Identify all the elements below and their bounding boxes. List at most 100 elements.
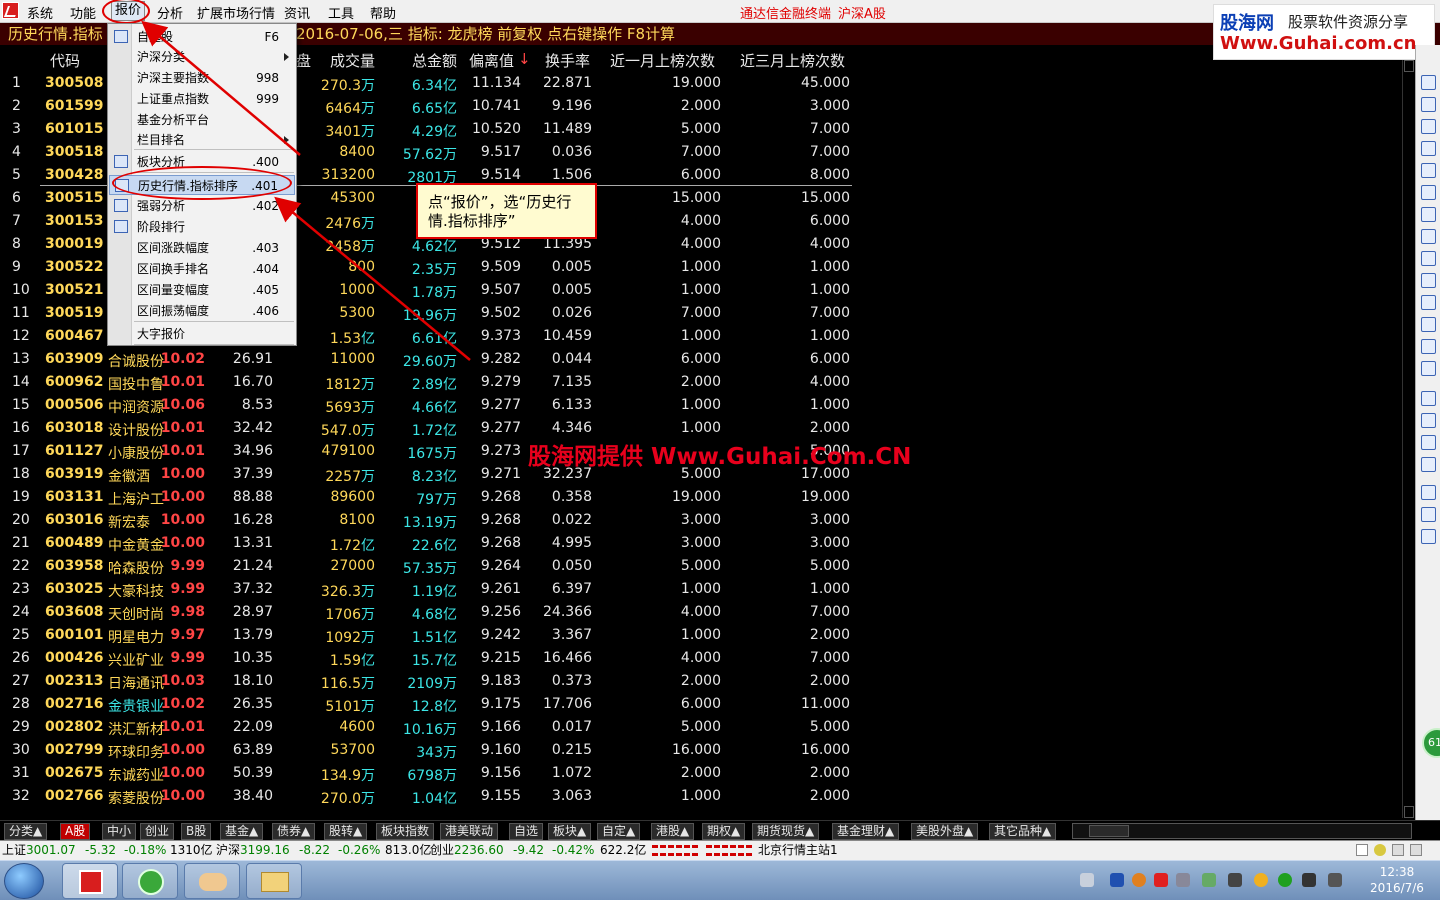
col-header-month3[interactable]: 近三月上榜次数 [740,50,845,71]
toolbar-tool-icon-0[interactable] [1421,75,1436,90]
menu-extended-market[interactable]: 扩展市场行情 [197,3,275,22]
market-tab-13[interactable]: 港股▲ [651,823,695,840]
menu-item-2[interactable]: 沪深主要指数 998 [109,68,295,88]
menu-item-4[interactable]: 基金分析平台 [109,110,295,130]
status-icon-2[interactable] [1374,844,1386,856]
toolbar-tool-icon-11[interactable] [1421,317,1436,332]
table-row[interactable]: 14 600962 国投中鲁 10.01 16.70 1812万 2.89亿 9.279 7.1… [0,372,1405,395]
menu-item-12[interactable]: 区间量变幅度 .405 [109,280,295,300]
market-tab-18[interactable]: 其它品种▲ [989,823,1057,840]
table-row[interactable]: 30 002799 环球印务 10.00 63.89 53700 343万 9.160 0.21… [0,740,1405,763]
col-header-turnover[interactable]: 换手率 [545,50,590,71]
status-icon-1[interactable] [1356,844,1368,856]
menu-help[interactable]: 帮助 [370,3,396,22]
table-row[interactable]: 26 000426 兴业矿业 9.99 10.35 1.59亿 15.7亿 9.215 16.4… [0,648,1405,671]
horizontal-scrollbar[interactable] [1072,823,1412,839]
system-clock[interactable]: 12:38 2016/7/6 [1362,864,1432,896]
toolbar-tool-icon-15[interactable] [1421,413,1436,428]
scroll-thumb[interactable] [1089,825,1129,837]
toolbar-tool-icon-10[interactable] [1421,295,1436,310]
vertical-scrollbar[interactable] [1402,60,1414,818]
menu-item-14[interactable]: 大字报价 [109,324,295,344]
toolbar-tool-icon-16[interactable] [1421,435,1436,450]
start-button-icon[interactable] [4,863,44,899]
flag-icon[interactable] [1328,873,1342,887]
market-tab-6[interactable]: 债券▲ [272,823,316,840]
table-row[interactable]: 13 603909 合诚股份 10.02 26.91 11000 29.60万 9.282 0.… [0,349,1405,372]
col-header-code[interactable]: 代码 [50,50,80,71]
tray-app-icon-1[interactable] [1132,873,1146,887]
toolbar-tool-icon-18[interactable] [1421,485,1436,500]
col-header-deviation[interactable]: 偏离值 [469,50,514,71]
menu-item-3[interactable]: 上证重点指数 999 [109,89,295,109]
market-tab-0[interactable]: 分类▲ [4,823,48,840]
col-header-close[interactable]: 盘 [296,50,311,71]
volume-icon[interactable] [1228,873,1242,887]
menu-item-10[interactable]: 区间涨跌幅度 .403 [109,238,295,258]
toolbar-tool-icon-14[interactable] [1421,391,1436,406]
toolbar-tool-icon-3[interactable] [1421,141,1436,156]
scroll-up-arrow-icon[interactable] [1404,60,1414,72]
tray-app-icon-2[interactable] [1154,873,1168,887]
ime-cn-icon[interactable] [1110,873,1124,887]
market-tab-15[interactable]: 期货现货▲ [752,823,820,840]
table-row[interactable]: 25 600101 明星电力 9.97 13.79 1092万 1.51亿 9.242 3.36… [0,625,1405,648]
market-tab-17[interactable]: 美股外盘▲ [911,823,979,840]
market-tab-16[interactable]: 基金理财▲ [832,823,900,840]
table-row[interactable]: 22 603958 哈森股份 9.99 21.24 27000 57.35万 9.264 0.0… [0,556,1405,579]
table-row[interactable]: 23 603025 大豪科技 9.99 37.32 326.3万 1.19亿 9.261 6.3… [0,579,1405,602]
menu-function[interactable]: 功能 [70,3,96,22]
table-row[interactable]: 32 002766 索菱股份 10.00 38.40 270.0万 1.04亿 9.155 3.… [0,786,1405,809]
menu-system[interactable]: 系统 [27,3,53,22]
menu-item-0[interactable]: 自选股 F6 [109,27,295,47]
menu-info[interactable]: 资讯 [284,3,310,22]
col-header-amount[interactable]: 总金额 [412,50,457,71]
toolbar-tool-icon-1[interactable] [1421,97,1436,112]
toolbar-tool-icon-17[interactable] [1421,457,1436,472]
market-tab-7[interactable]: 股转▲ [324,823,368,840]
col-header-month1[interactable]: 近一月上榜次数 [610,50,715,71]
market-tab-14[interactable]: 期权▲ [702,823,746,840]
table-row[interactable]: 24 603608 天创时尚 9.98 28.97 1706万 4.68亿 9.256 24.3… [0,602,1405,625]
tray-app-icon-5[interactable] [1254,873,1268,887]
table-row[interactable]: 21 600489 中金黄金 10.00 13.31 1.72亿 22.6亿 9.268 4.9… [0,533,1405,556]
toolbar-tool-icon-9[interactable] [1421,273,1436,288]
market-tab-11[interactable]: 板块▲ [548,823,592,840]
menu-tools[interactable]: 工具 [328,3,354,22]
menu-item-1[interactable]: 沪深分类 [109,47,295,67]
market-tab-2[interactable]: 中小 [102,823,137,840]
market-tab-1[interactable]: A股 [60,823,91,840]
table-row[interactable]: 15 000506 中润资源 10.06 8.53 5693万 4.66亿 9.277 6.13… [0,395,1405,418]
status-icon-4[interactable] [1410,844,1422,856]
toolbar-tool-icon-7[interactable] [1421,229,1436,244]
table-row[interactable]: 20 603016 新宏泰 10.00 16.28 8100 13.19万 9.268 0.02… [0,510,1405,533]
toolbar-tool-icon-19[interactable] [1421,507,1436,522]
market-tab-8[interactable]: 板块指数 [376,823,435,840]
toolbar-tool-icon-20[interactable] [1421,529,1436,544]
market-tab-5[interactable]: 基金▲ [220,823,264,840]
toolbar-tool-icon-13[interactable] [1421,361,1436,376]
table-row[interactable]: 27 002313 日海通讯 10.03 18.10 116.5万 2109万 9.183 0.… [0,671,1405,694]
taskbar-tdx-app-icon[interactable] [62,863,118,899]
taskbar-browser-icon[interactable] [122,863,178,899]
toolbar-tool-icon-12[interactable] [1421,339,1436,354]
toolbar-tool-icon-5[interactable] [1421,185,1436,200]
market-tab-9[interactable]: 港美联动 [440,823,499,840]
menu-item-9[interactable]: 阶段排行 [109,217,295,237]
toolbar-tool-icon-8[interactable] [1421,251,1436,266]
col-header-volume[interactable]: 成交量 [330,50,375,71]
menu-item-13[interactable]: 区间振荡幅度 .406 [109,301,295,321]
keyboard-icon[interactable] [1080,873,1094,887]
taskbar-folder-icon[interactable] [246,863,302,899]
server-name[interactable]: 北京行情主站1 [758,841,838,860]
tray-app-icon-6[interactable] [1278,873,1292,887]
toolbar-tool-icon-6[interactable] [1421,207,1436,222]
toolbar-tool-icon-2[interactable] [1421,119,1436,134]
menu-item-5[interactable]: 栏目排名 [109,130,295,150]
status-icon-3[interactable] [1392,844,1404,856]
toolbar-tool-icon-4[interactable] [1421,163,1436,178]
market-tab-4[interactable]: B股 [181,823,212,840]
table-row[interactable]: 28 002716 金贵银业 10.02 26.35 5101万 12.8亿 9.175 17.… [0,694,1405,717]
menu-item-11[interactable]: 区间换手排名 .404 [109,259,295,279]
network-icon[interactable] [1302,873,1316,887]
